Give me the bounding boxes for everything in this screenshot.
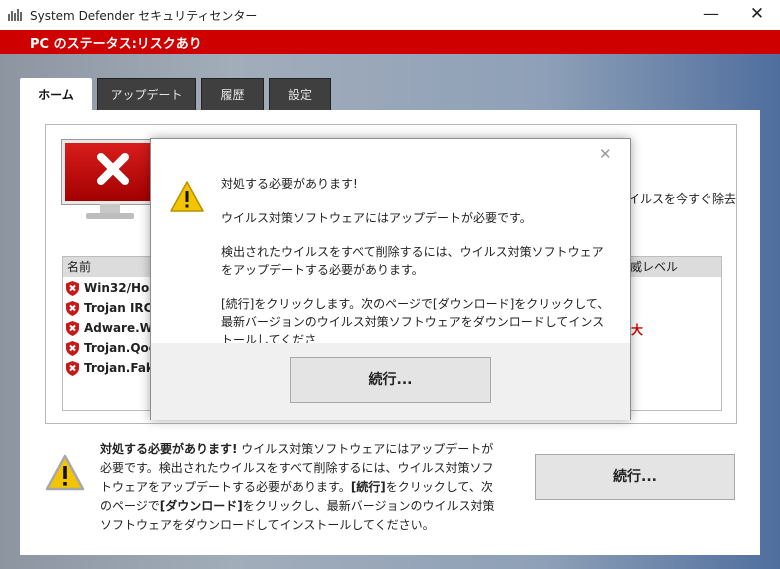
title-bar: System Defender セキュリティセンター — ✕ xyxy=(0,0,780,30)
virus-name: Trojan.Qoo xyxy=(84,341,158,355)
continue-button[interactable]: 続行... xyxy=(535,454,735,500)
red-shield-icon xyxy=(66,280,79,296)
red-shield-icon xyxy=(66,320,79,336)
red-shield-icon xyxy=(66,360,79,376)
dialog-heading: 対処する必要があります! xyxy=(221,177,358,191)
minimize-button[interactable]: — xyxy=(688,0,734,30)
tab-history[interactable]: 履歴 xyxy=(201,78,264,110)
table-row[interactable]: Win32/Hoa xyxy=(66,279,157,297)
window-title: System Defender セキュリティセンター xyxy=(30,9,258,23)
bottom-download-ref: [ダウンロード] xyxy=(159,499,243,513)
dialog-footer: 続行... xyxy=(151,343,630,420)
red-shield-icon xyxy=(66,340,79,356)
table-row[interactable]: Trojan.Fake xyxy=(66,359,162,377)
dialog-message: 対処する必要があります! ウイルス対策ソフトウェアにはアップデートが必要です。 … xyxy=(221,175,611,345)
virus-name: Win32/Hoa xyxy=(84,281,158,295)
status-text: PC のステータス:リスクあり xyxy=(30,37,202,52)
update-required-dialog: ✕ 対処する必要があります! ウイルス対策ソフトウェアにはアップデートが必要です… xyxy=(150,138,631,420)
warning-triangle-icon xyxy=(170,181,204,212)
column-header-threat-level: 威レベル xyxy=(630,257,721,277)
bottom-warning-text: 対処する必要があります! ウイルス対策ソフトウェアにはアップデートが必要です。検… xyxy=(100,440,500,535)
dialog-line-update: ウイルス対策ソフトウェアにはアップデートが必要です。 xyxy=(221,211,532,225)
table-row[interactable]: Trojan IRC/ xyxy=(66,299,157,317)
status-bar: PC のステータス:リスクあり xyxy=(0,30,780,54)
bottom-heading: 対処する必要があります! xyxy=(100,442,238,456)
app-bar-chart-icon xyxy=(8,8,23,21)
threat-level-value: 大 xyxy=(631,323,644,337)
dialog-line-instructions: [続行]をクリックします。次のページで[ダウンロード]をクリックして、最新バージ… xyxy=(221,297,610,345)
table-row[interactable]: Adware.Wir xyxy=(66,319,163,337)
bottom-continue-ref: [続行] xyxy=(350,480,386,494)
dialog-continue-button[interactable]: 続行... xyxy=(290,357,491,403)
dialog-close-icon[interactable]: ✕ xyxy=(599,145,612,163)
red-shield-icon xyxy=(66,300,79,316)
column-header-name: 名前 xyxy=(63,257,151,277)
warning-triangle-icon xyxy=(45,454,85,491)
table-row[interactable]: Trojan.Qoo xyxy=(66,339,157,357)
dialog-line-remove: 検出されたウイルスをすべて削除するには、ウイルス対策ソフトウェアをアップデートす… xyxy=(221,245,604,277)
remove-virus-text: イルスを今すぐ除去 xyxy=(628,192,737,206)
close-window-button[interactable]: ✕ xyxy=(734,0,780,30)
tab-settings[interactable]: 設定 xyxy=(269,78,331,110)
red-monitor-error-icon xyxy=(62,140,158,222)
virus-name: Trojan IRC/ xyxy=(84,301,157,315)
tab-update[interactable]: アップデート xyxy=(97,78,196,110)
